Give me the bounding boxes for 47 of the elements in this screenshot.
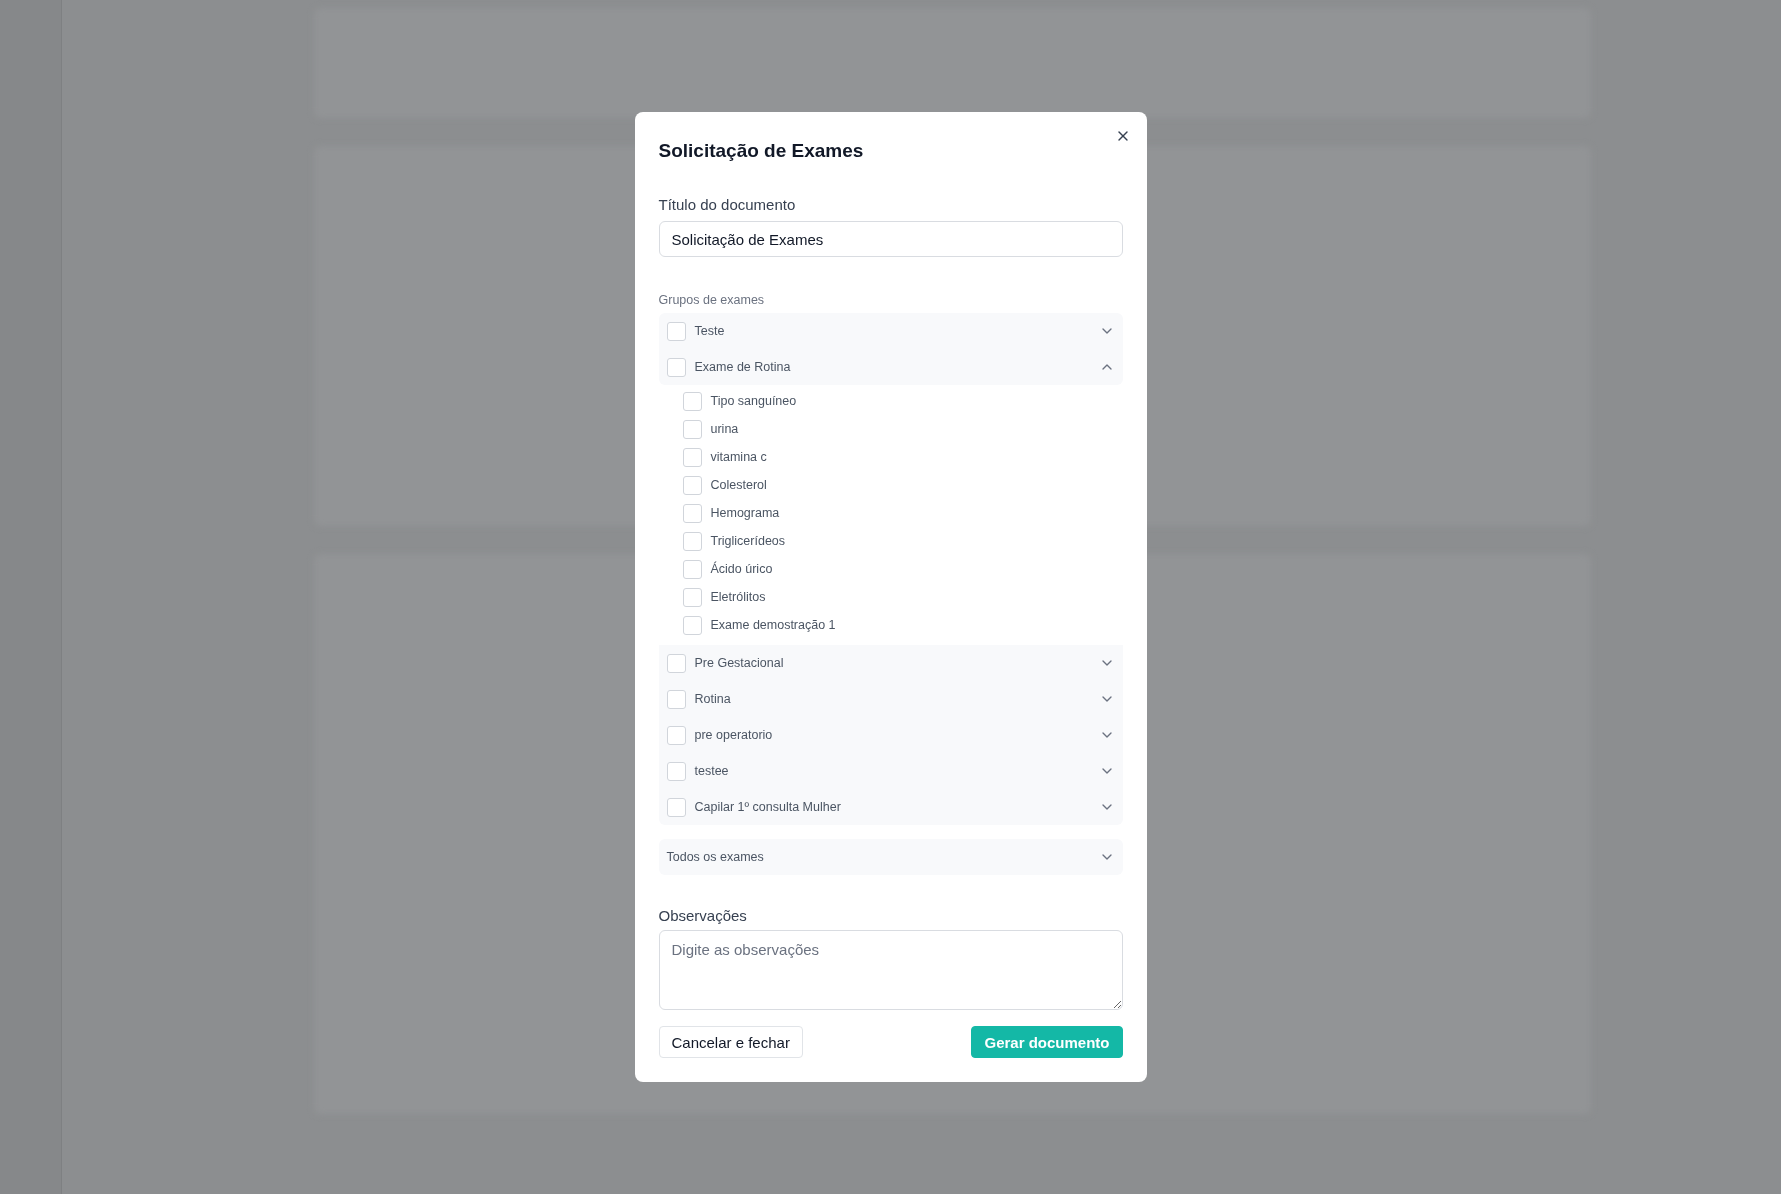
checkbox[interactable] [682,447,702,467]
group-name: Capilar 1º consulta Mulher [694,800,842,814]
checkbox[interactable] [682,587,702,607]
checkbox[interactable] [682,475,702,495]
checkbox[interactable] [666,689,686,709]
checkbox[interactable] [682,531,702,551]
exam-name: Eletrólitos [710,590,767,604]
dialog-title: Solicitação de Exames [658,140,865,162]
checkbox[interactable] [666,653,686,673]
exam-name: Colesterol [710,478,768,492]
exam-group-row[interactable]: pre operatorio [658,717,1123,753]
checkbox[interactable] [666,357,686,377]
exam-name: Exame demostração 1 [710,618,837,632]
checkbox[interactable] [682,615,702,635]
checkbox[interactable] [682,503,702,523]
exam-group-row[interactable]: Pre Gestacional [658,645,1123,681]
exam-name: urina [710,422,740,436]
exam-group-row[interactable]: Capilar 1º consulta Mulher [658,789,1123,825]
notes-field[interactable]: Digite as observações [658,930,1123,1010]
exam-group-row[interactable]: Exame de Rotina [658,349,1123,385]
group-name: testee [694,764,730,778]
field-label: Observações [658,907,748,924]
checkbox[interactable] [666,321,686,341]
exam-name: Ácido úrico [710,562,774,576]
all-exams-dropdown[interactable]: Todos os exames [658,839,1123,875]
exam-group-row[interactable]: testee [658,753,1123,789]
exam-name: Tipo sanguíneo [710,394,798,408]
group-name: Exame de Rotina [694,360,792,374]
group-name: Pre Gestacional [694,656,785,670]
exam-name: Hemograma [710,506,781,520]
checkbox[interactable] [666,725,686,745]
checkbox[interactable] [666,761,686,781]
section-label: Grupos de exames [658,293,766,307]
group-name: Rotina [694,692,732,706]
cancel-button[interactable]: Cancelar e fechar [658,1026,803,1058]
group-name: Teste [694,324,726,338]
checkbox[interactable] [682,391,702,411]
checkbox[interactable] [682,559,702,579]
exam-name: Triglicerídeos [710,534,787,548]
checkbox[interactable] [682,419,702,439]
exam-name: vitamina c [710,450,768,464]
group-name: pre operatorio [694,728,774,742]
exam-group-row[interactable]: Rotina [658,681,1123,717]
field-label: Título do documento [658,196,797,213]
checkbox[interactable] [666,797,686,817]
document-title-field[interactable]: Solicitação de Exames [658,221,1123,257]
exam-group-row[interactable]: Teste [658,313,1123,349]
